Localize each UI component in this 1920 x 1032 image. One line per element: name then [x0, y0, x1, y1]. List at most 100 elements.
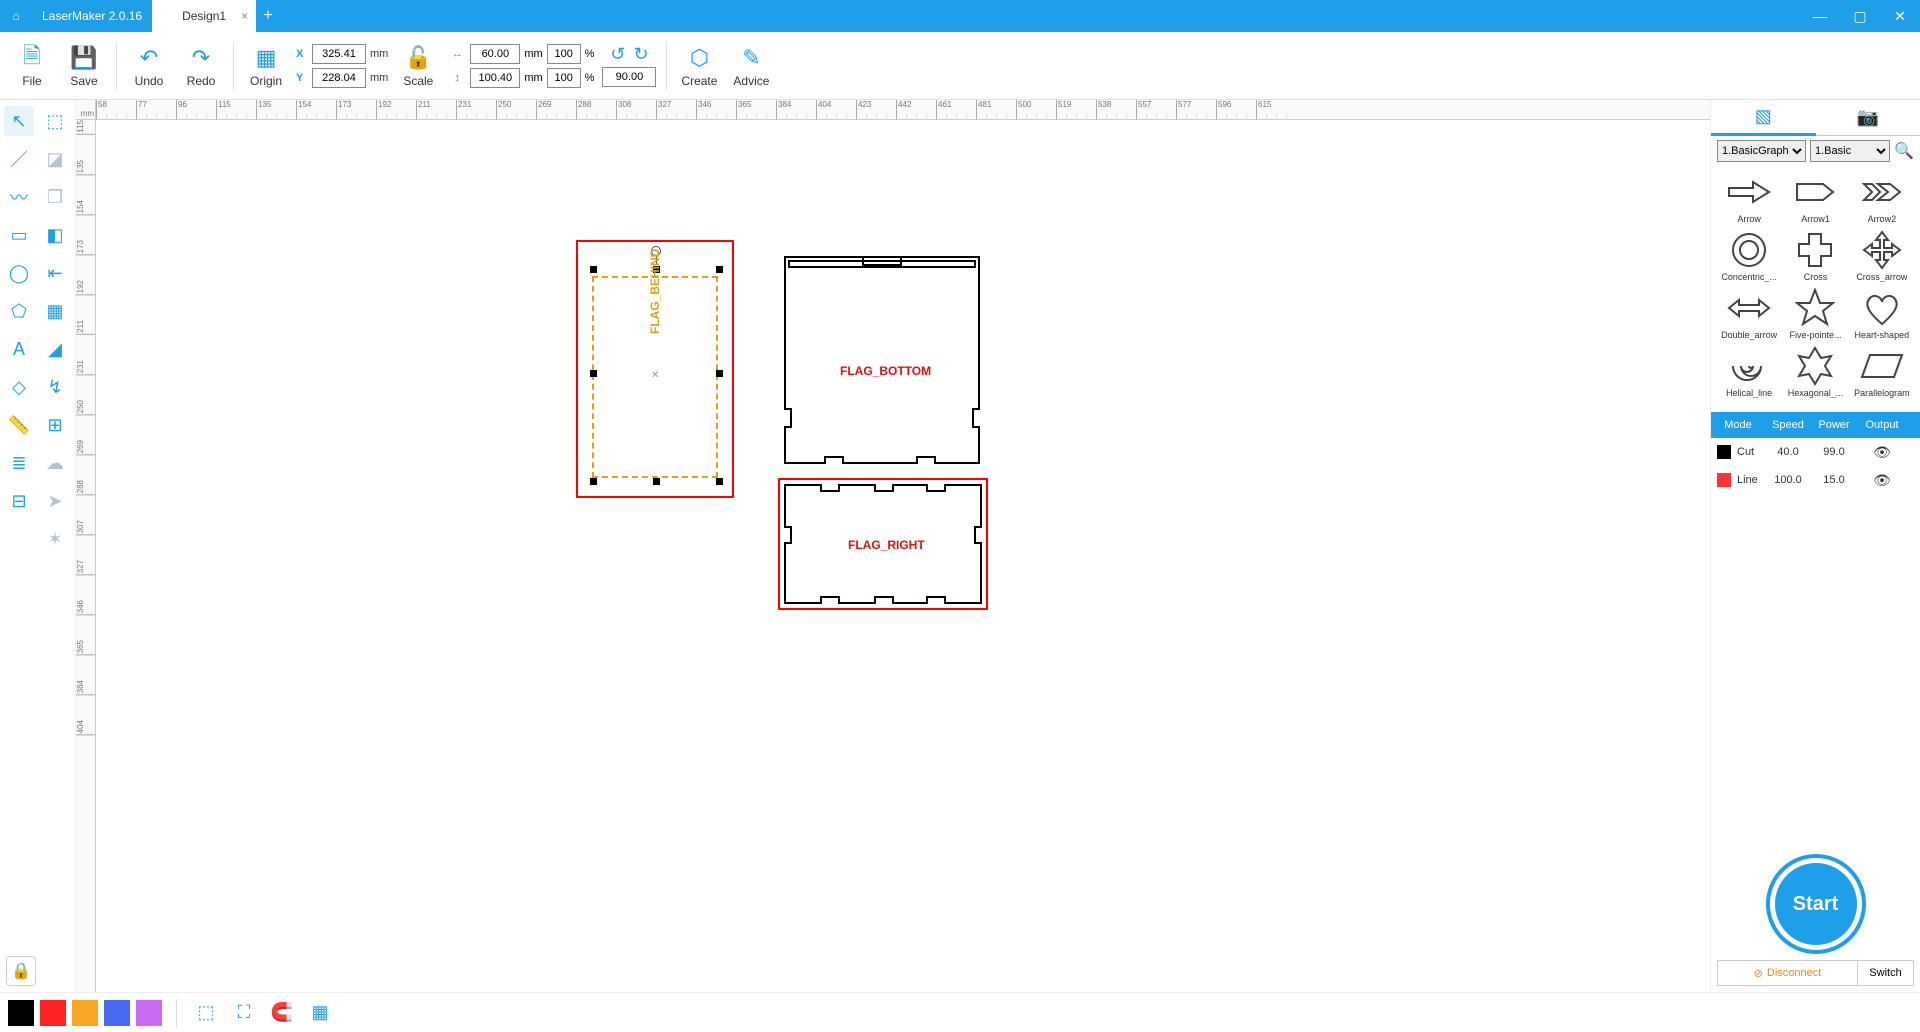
switch-button[interactable]: Switch — [1857, 961, 1913, 985]
maximize-icon[interactable]: ▢ — [1840, 8, 1880, 25]
layer-row[interactable]: Cut40.099.0👁 — [1711, 438, 1920, 466]
rotation-input[interactable] — [602, 67, 656, 87]
shape-five-pointe...[interactable]: Five-pointe... — [1783, 286, 1847, 342]
y-input[interactable] — [312, 68, 366, 88]
rect-tool[interactable]: ▭ — [4, 220, 34, 250]
save-button[interactable]: 💾Save — [58, 36, 110, 96]
flag-right-outer[interactable]: FLAG_RIGHT — [778, 478, 988, 610]
shape-parallelogram[interactable]: Parallelogram — [1850, 344, 1914, 400]
shape-arrow1[interactable]: Arrow1 — [1783, 170, 1847, 226]
category-select-1[interactable]: 1.BasicGraph — [1717, 140, 1806, 162]
undo-button[interactable]: ↶Undo — [123, 36, 175, 96]
focus-button[interactable]: ⛶ — [229, 998, 259, 1028]
shape-heart-shaped[interactable]: Heart-shaped — [1850, 286, 1914, 342]
text-tool[interactable]: A — [4, 334, 34, 364]
advice-button[interactable]: ✎Advice — [725, 36, 777, 96]
home-icon[interactable]: ⌂ — [0, 9, 32, 23]
magnet-button[interactable]: 🧲 — [267, 998, 297, 1028]
shape-cross_arrow[interactable]: Cross_arrow — [1850, 228, 1914, 284]
measure-tool[interactable]: 📏 — [4, 410, 34, 440]
spark-tool[interactable]: ✶ — [40, 524, 70, 554]
resize-handle-ne[interactable] — [716, 266, 723, 273]
create-button[interactable]: ⬡Create — [673, 36, 725, 96]
select-tool[interactable]: ↖ — [4, 106, 34, 136]
resize-handle-e[interactable] — [716, 370, 723, 377]
close-window-icon[interactable]: ✕ — [1880, 8, 1920, 25]
rotate-cw-icon[interactable]: ↻ — [633, 44, 648, 65]
start-button[interactable]: Start — [1770, 858, 1862, 950]
layer-speed: 40.0 — [1765, 446, 1811, 458]
curve-tool[interactable]: 〰 — [4, 182, 34, 212]
resize-handle-s[interactable] — [653, 478, 660, 485]
height-input[interactable] — [470, 68, 520, 88]
width-input[interactable] — [470, 44, 520, 64]
shape-hexagonal_...[interactable]: Hexagonal_... — [1783, 344, 1847, 400]
shape-cross[interactable]: Cross — [1783, 228, 1847, 284]
shape-double_arrow[interactable]: Double_arrow — [1717, 286, 1781, 342]
x-input[interactable] — [312, 44, 366, 64]
resize-handle-sw[interactable] — [590, 478, 597, 485]
flag-bottom-shape[interactable]: FLAG_BOTTOM — [784, 256, 980, 464]
ruler-h-tick: 327 — [656, 100, 671, 119]
canvas[interactable]: FLAG_BEHIND ✕ FLAG_BOTTOM — [96, 120, 1710, 992]
y-label: Y — [296, 72, 308, 84]
fill-tool[interactable]: ◪ — [40, 144, 70, 174]
layout-tool[interactable]: ⊟ — [4, 486, 34, 516]
color-swatch[interactable] — [72, 1000, 98, 1026]
flag-bottom-label: FLAG_BOTTOM — [840, 364, 931, 378]
color-swatch[interactable] — [40, 1000, 66, 1026]
visibility-icon[interactable]: 👁 — [1873, 444, 1891, 460]
rotate-ccw-icon[interactable]: ↺ — [610, 44, 625, 65]
marquee-tool[interactable]: ⬚ — [40, 106, 70, 136]
path-edit-tool[interactable]: ↯ — [40, 372, 70, 402]
polygon-tool[interactable]: ⬠ — [4, 296, 34, 326]
color-swatch[interactable] — [104, 1000, 130, 1026]
union-tool[interactable]: ◧ — [40, 220, 70, 250]
send-tool[interactable]: ➤ — [40, 486, 70, 516]
shape-arrow[interactable]: Arrow — [1717, 170, 1781, 226]
shape-concentric_...[interactable]: Concentric_... — [1717, 228, 1781, 284]
array-tool[interactable]: ⊞ — [40, 410, 70, 440]
cloud-tool[interactable]: ☁ — [40, 448, 70, 478]
origin-button[interactable]: ▦Origin — [240, 36, 292, 96]
tiles-tool[interactable]: ▦ — [40, 296, 70, 326]
visibility-icon[interactable]: 👁 — [1873, 472, 1891, 488]
document-tab[interactable]: Design1 × — [152, 0, 256, 32]
size-inputs: ↔mm% ↕mm% — [448, 44, 594, 88]
shape-icon — [1856, 288, 1908, 328]
save-icon: 💾 — [70, 44, 97, 72]
file-button[interactable]: 🗎File — [6, 36, 58, 96]
bounds-button[interactable]: ⬚ — [191, 998, 221, 1028]
disconnect-button[interactable]: ⊘Disconnect — [1718, 961, 1857, 985]
layers-tool[interactable]: ≣ — [4, 448, 34, 478]
category-select-2[interactable]: 1.Basic — [1810, 140, 1890, 162]
camera-tab[interactable]: 📷 — [1816, 100, 1920, 136]
copy-tool[interactable]: ❐ — [40, 182, 70, 212]
grid-button[interactable]: ▦ — [305, 998, 335, 1028]
search-icon[interactable]: 🔍 — [1894, 141, 1914, 161]
line-tool[interactable]: ／ — [4, 144, 34, 174]
close-tab-icon[interactable]: × — [241, 0, 248, 32]
height-pct-input[interactable] — [547, 68, 581, 88]
resize-handle-se[interactable] — [716, 478, 723, 485]
minimize-icon[interactable]: — — [1800, 8, 1840, 24]
color-swatch[interactable] — [136, 1000, 162, 1026]
selected-shape[interactable]: FLAG_BEHIND ✕ — [576, 240, 734, 498]
layer-row[interactable]: Line100.015.0👁 — [1711, 466, 1920, 494]
resize-handle-nw[interactable] — [590, 266, 597, 273]
canvas-area[interactable]: mm 5877961151351541731922112312502692883… — [76, 100, 1710, 992]
resize-handle-w[interactable] — [590, 370, 597, 377]
width-pct-input[interactable] — [547, 44, 581, 64]
redo-button[interactable]: ↷Redo — [175, 36, 227, 96]
color-swatch[interactable] — [8, 1000, 34, 1026]
align-left-tool[interactable]: ⇤ — [40, 258, 70, 288]
mirror-tool[interactable]: ◢ — [40, 334, 70, 364]
new-tab-button[interactable]: + — [256, 7, 280, 25]
shape-helical_line[interactable]: Helical_line — [1717, 344, 1781, 400]
shape-arrow2[interactable]: Arrow2 — [1850, 170, 1914, 226]
shapes-tab[interactable]: ▧ — [1711, 100, 1816, 136]
scale-button[interactable]: 🔓Scale — [392, 36, 444, 96]
ellipse-tool[interactable]: ◯ — [4, 258, 34, 288]
lock-button[interactable]: 🔒 — [6, 956, 36, 986]
erase-tool[interactable]: ◇ — [4, 372, 34, 402]
